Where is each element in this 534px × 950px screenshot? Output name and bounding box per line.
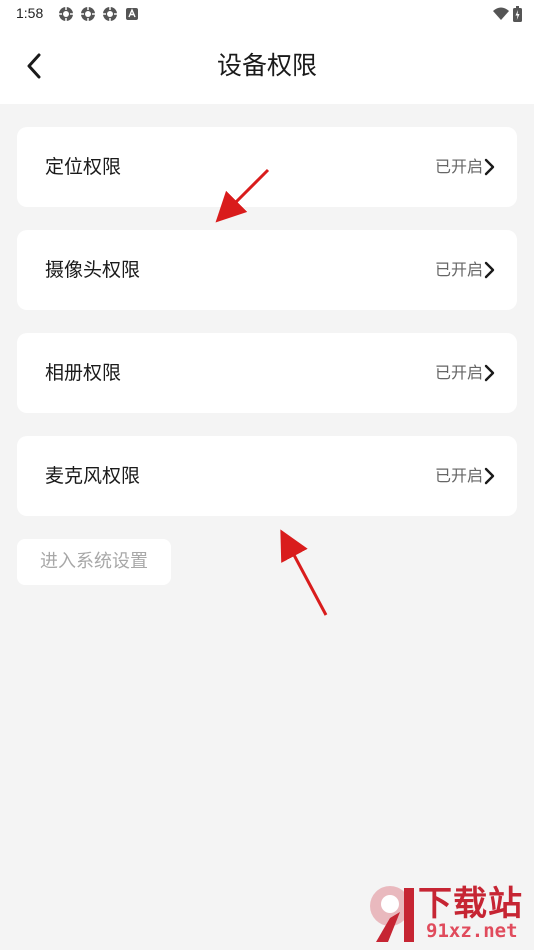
status-bar: 1:58	[0, 0, 534, 28]
settings-cog-icon	[81, 7, 95, 21]
open-system-settings-button[interactable]: 进入系统设置	[17, 539, 171, 585]
watermark-title: 下载站	[418, 884, 523, 924]
permission-item-album[interactable]: 相册权限 已开启	[17, 333, 517, 413]
permission-item-camera[interactable]: 摄像头权限 已开启	[17, 230, 517, 310]
chevron-right-icon	[484, 261, 495, 279]
chevron-right-icon	[484, 158, 495, 176]
chevron-right-icon	[484, 364, 495, 382]
permission-label: 麦克风权限	[45, 465, 141, 487]
watermark: 下载站 91xz.net	[366, 878, 528, 948]
permission-item-microphone[interactable]: 麦克风权限 已开启	[17, 436, 517, 516]
app-bar: 设备权限	[0, 28, 534, 104]
wifi-icon	[493, 7, 509, 20]
chevron-right-icon	[484, 467, 495, 485]
permission-item-location[interactable]: 定位权限 已开启	[17, 127, 517, 207]
settings-cog-icon	[59, 7, 73, 21]
watermark-domain: 91xz.net	[426, 920, 518, 942]
status-notification-icons	[58, 6, 140, 22]
permission-status: 已开启	[434, 260, 483, 279]
permission-label: 相册权限	[45, 362, 122, 384]
battery-charging-icon	[513, 6, 522, 22]
permission-status: 已开启	[434, 466, 483, 485]
permission-status: 已开启	[434, 157, 483, 176]
page-title: 设备权限	[216, 51, 317, 80]
watermark-logo	[370, 886, 414, 942]
app-badge-icon	[126, 8, 138, 20]
settings-cog-icon	[103, 7, 117, 21]
status-time: 1:58	[16, 5, 44, 21]
annotation-arrow-bottom	[280, 529, 328, 616]
status-system-icons	[493, 6, 522, 22]
permission-label: 摄像头权限	[45, 259, 141, 281]
permission-label: 定位权限	[45, 156, 122, 178]
permission-status: 已开启	[434, 363, 483, 382]
